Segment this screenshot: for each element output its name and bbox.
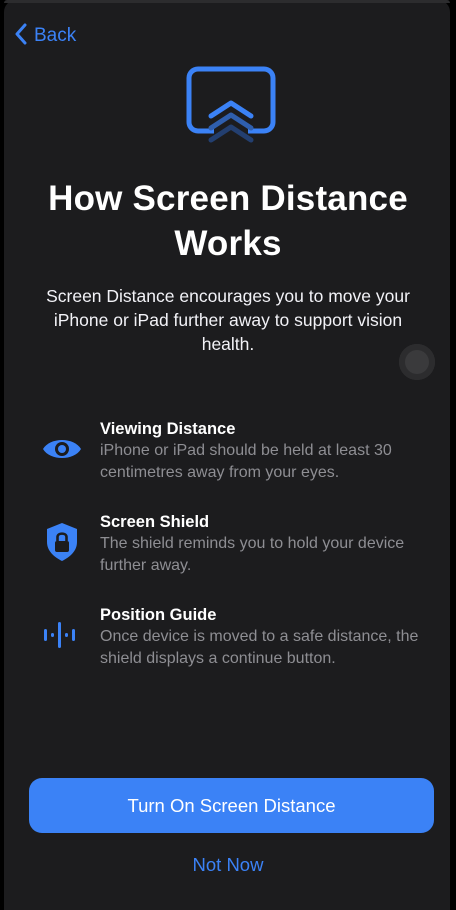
chevron-left-icon xyxy=(14,23,28,50)
assistive-touch-button[interactable] xyxy=(399,344,435,380)
back-label: Back xyxy=(34,25,77,46)
page-subtitle: Screen Distance encourages you to move y… xyxy=(46,286,410,354)
feature-description: iPhone or iPad should be held at least 3… xyxy=(100,442,392,481)
turn-on-screen-distance-button[interactable]: Turn On Screen Distance xyxy=(29,778,434,833)
not-now-button[interactable]: Not Now xyxy=(0,854,456,880)
eye-icon xyxy=(40,427,84,471)
feature-description: Once device is moved to a safe distance,… xyxy=(100,628,419,667)
screen-distance-icon xyxy=(186,66,276,152)
waveform-icon xyxy=(40,613,84,657)
shield-lock-icon xyxy=(40,520,84,564)
sheet-top-edge xyxy=(4,0,450,3)
feature-title: Viewing Distance xyxy=(100,420,236,438)
feature-title: Screen Shield xyxy=(100,513,210,531)
page-title: How Screen Distance Works xyxy=(48,179,408,263)
back-button[interactable]: Back xyxy=(14,22,76,50)
feature-description: The shield reminds you to hold your devi… xyxy=(100,535,405,574)
feature-title: Position Guide xyxy=(100,606,217,624)
